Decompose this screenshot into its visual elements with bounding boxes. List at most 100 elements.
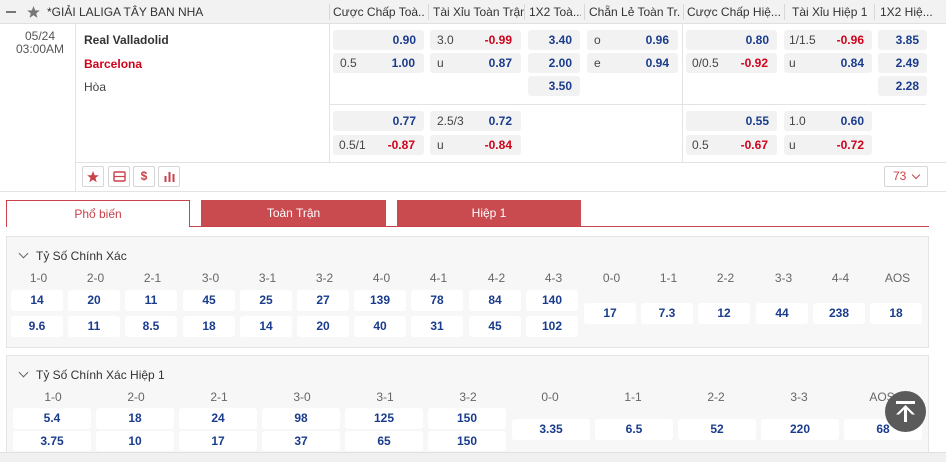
dollar-icon[interactable]: $ — [133, 166, 155, 187]
chevron-down-icon — [18, 248, 29, 259]
score-odds-home[interactable]: 11 — [125, 290, 177, 311]
odds-oe-even-cell[interactable]: e 0.94 — [587, 53, 678, 73]
league-name: *GIẢI LALIGA TÂY BAN NHA — [47, 5, 204, 19]
tab-first-half[interactable]: Hiệp 1 — [397, 200, 581, 226]
chevron-down-icon — [18, 367, 29, 378]
score-odds-home[interactable]: 98 — [262, 408, 340, 429]
odds-hdp-home[interactable]: 0.90 — [333, 30, 424, 50]
score-odds-home[interactable]: 14 — [11, 290, 63, 311]
minus-icon[interactable] — [6, 0, 18, 24]
odds-h1-ou-over-cell[interactable]: 1/1.5 -0.96 — [784, 30, 872, 50]
odds-alt-h1-ou-under-cell[interactable]: u -0.72 — [784, 135, 872, 155]
col-header-hdp-h1: Cược Chấp Hiệ... — [687, 5, 781, 19]
odds-1x2-away[interactable]: 2.00 — [528, 53, 580, 73]
odds-h1-1x2-away[interactable]: 2.49 — [878, 53, 927, 73]
score-odds-draw[interactable]: 17 — [584, 303, 636, 324]
odds-alt-hdp-home[interactable]: 0.77 — [333, 111, 424, 131]
score-label: 3-1 — [258, 271, 277, 285]
odds-ou-over-cell[interactable]: 3.0 -0.99 — [430, 30, 521, 50]
odds-ou-under-cell[interactable]: u 0.87 — [430, 53, 521, 73]
odds-alt-ou-under-cell[interactable]: u -0.84 — [430, 135, 521, 155]
stats-icon[interactable] — [158, 166, 180, 187]
score-odds-away[interactable]: 37 — [262, 431, 340, 451]
scoreboard-icon[interactable] — [108, 166, 130, 187]
score-label: 3-1 — [376, 390, 394, 404]
odds-h1-hdp-home[interactable]: 0.80 — [686, 30, 777, 50]
odds-1x2-draw[interactable]: 3.50 — [528, 76, 580, 96]
score-odds-away[interactable]: 11 — [68, 316, 120, 337]
score-odds-away[interactable]: 18 — [183, 316, 235, 337]
oe-odd-label: o — [594, 33, 601, 47]
score-odds-draw[interactable]: 7.3 — [641, 303, 693, 324]
favorite-star-icon[interactable] — [82, 166, 104, 187]
score-odds-home[interactable]: 27 — [297, 290, 349, 311]
score-odds-away[interactable]: 8.5 — [125, 316, 177, 337]
score-odds-away[interactable]: 102 — [526, 316, 578, 337]
score-label: 2-2 — [707, 390, 725, 404]
score-odds-away[interactable]: 9.6 — [11, 316, 63, 337]
odds-alt-h1-hdp-away-cell[interactable]: 0.5 -0.67 — [686, 135, 777, 155]
odds-h1-1x2-draw[interactable]: 2.28 — [878, 76, 927, 96]
tab-popular[interactable]: Phổ biến — [6, 200, 190, 227]
score-odds-home[interactable]: 150 — [428, 408, 506, 429]
score-odds-away[interactable]: 14 — [240, 316, 292, 337]
alt-h1-ou-under-label: u — [789, 138, 796, 152]
score-odds-home[interactable]: 78 — [411, 290, 463, 311]
score-odds-draw[interactable]: 18 — [870, 303, 922, 324]
odds-hdp-away-cell[interactable]: 0.5 1.00 — [333, 53, 424, 73]
alt-ou-line: 2.5/3 — [437, 114, 464, 128]
score-odds-away[interactable]: 17 — [179, 431, 257, 451]
odds-h1-ou-under-cell[interactable]: u 0.84 — [784, 53, 872, 73]
horizontal-scrollbar[interactable] — [0, 452, 946, 462]
score-odds-home[interactable]: 139 — [354, 290, 406, 311]
score-odds-home[interactable]: 125 — [345, 408, 423, 429]
alt-h1-ou-line: 1.0 — [789, 114, 806, 128]
score-odds-draw[interactable]: 3.35 — [512, 419, 590, 440]
odds-h1-hdp-away-cell[interactable]: 0/0.5 -0.92 — [686, 53, 777, 73]
score-odds-draw[interactable]: 52 — [678, 419, 756, 440]
score-odds-draw[interactable]: 44 — [756, 303, 808, 324]
score-odds-away[interactable]: 65 — [345, 431, 423, 451]
more-bets-button[interactable]: 73 — [884, 166, 928, 187]
league-header: *GIẢI LALIGA TÂY BAN NHA Cược Chấp Toà..… — [0, 0, 946, 24]
score-odds-home[interactable]: 20 — [68, 290, 120, 311]
score-odds-away[interactable]: 20 — [297, 316, 349, 337]
score-odds-away[interactable]: 10 — [96, 431, 174, 451]
odds-1x2-home[interactable]: 3.40 — [528, 30, 580, 50]
correct-score-h1-title[interactable]: Tỷ Số Chính Xác Hiệp 1 — [18, 367, 165, 382]
score-label: AOS — [884, 271, 911, 285]
oe-even-odds: 0.94 — [645, 56, 669, 70]
odds-alt-h1-hdp-home[interactable]: 0.55 — [686, 111, 777, 131]
home-team[interactable]: Real Valladolid — [84, 33, 169, 47]
score-odds-home[interactable]: 5.4 — [13, 408, 91, 429]
correct-score-title[interactable]: Tỷ Số Chính Xác — [18, 248, 127, 263]
odds-alt-h1-ou-over-cell[interactable]: 1.0 0.60 — [784, 111, 872, 131]
score-label: 3-2 — [459, 390, 477, 404]
score-odds-home[interactable]: 25 — [240, 290, 292, 311]
score-label: 2-1 — [143, 271, 162, 285]
score-odds-home[interactable]: 84 — [469, 290, 521, 311]
score-odds-away[interactable]: 31 — [411, 316, 463, 337]
score-odds-home[interactable]: 18 — [96, 408, 174, 429]
odds-alt-hdp-away-cell[interactable]: 0.5/1 -0.87 — [333, 135, 424, 155]
score-odds-draw[interactable]: 220 — [761, 419, 839, 440]
score-odds-away[interactable]: 3.75 — [13, 431, 91, 451]
scroll-top-button[interactable] — [885, 391, 926, 432]
away-team[interactable]: Barcelona — [84, 57, 142, 71]
score-odds-draw[interactable]: 12 — [698, 303, 750, 324]
score-odds-home[interactable]: 24 — [179, 408, 257, 429]
score-odds-home[interactable]: 140 — [526, 290, 578, 311]
score-odds-away[interactable]: 40 — [354, 316, 406, 337]
score-odds-home[interactable]: 45 — [183, 290, 235, 311]
star-icon[interactable] — [27, 0, 41, 24]
odds-alt-ou-over-cell[interactable]: 2.5/3 0.72 — [430, 111, 521, 131]
score-odds-draw[interactable]: 238 — [813, 303, 865, 324]
more-bets-count: 73 — [893, 169, 907, 183]
score-odds-away[interactable]: 45 — [469, 316, 521, 337]
score-odds-draw[interactable]: 6.5 — [595, 419, 673, 440]
odds-oe-odd-cell[interactable]: o 0.96 — [587, 30, 678, 50]
odds-h1-1x2-home[interactable]: 3.85 — [878, 30, 927, 50]
score-label: 3-2 — [315, 271, 334, 285]
tab-full-time[interactable]: Toàn Trận — [201, 200, 386, 226]
score-odds-away[interactable]: 150 — [428, 431, 506, 451]
